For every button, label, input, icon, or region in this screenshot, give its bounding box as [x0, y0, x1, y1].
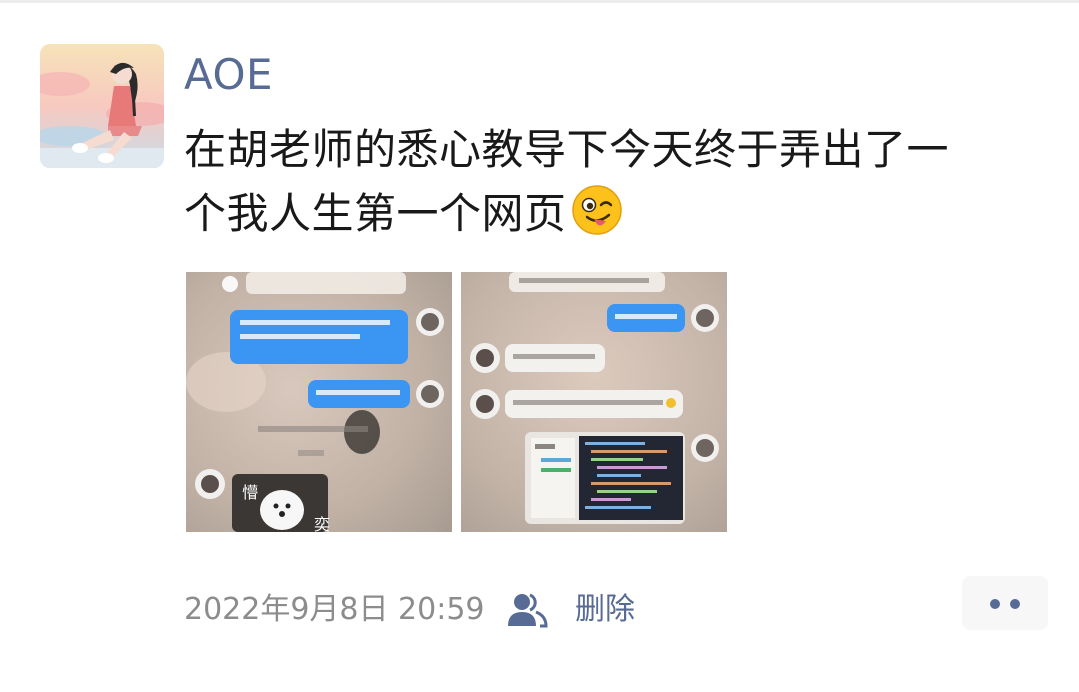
more-dot-icon: [1010, 599, 1020, 609]
visibility-people-icon[interactable]: [506, 592, 548, 628]
winking-face-with-tongue-icon: [571, 185, 622, 235]
sticker-text: 懵: [242, 483, 258, 502]
chat-screenshot-2[interactable]: [461, 272, 727, 532]
chat-screenshot-image: 懵 奕: [186, 272, 452, 532]
top-divider: [0, 0, 1079, 3]
chat-screenshot-1[interactable]: 懵 奕: [186, 272, 452, 532]
post-text-line2: 个我人生第一个网页: [184, 189, 567, 238]
avatar-illustration: [40, 44, 164, 168]
post-text-line1: 在胡老师的悉心教导下今天终于弄出了一: [184, 125, 950, 174]
delete-link[interactable]: 删除: [575, 590, 635, 630]
more-actions-button[interactable]: [962, 576, 1048, 630]
username[interactable]: AOE: [184, 50, 273, 100]
post-timestamp: 2022年9月8日 20:59: [184, 592, 485, 627]
post-text: 在胡老师的悉心教导下今天终于弄出了一 个我人生第一个网页: [184, 118, 1044, 246]
chat-screenshot-image: [461, 272, 727, 532]
avatar[interactable]: [40, 44, 164, 168]
svg-text:奕: 奕: [314, 515, 330, 532]
more-dot-icon: [990, 599, 1000, 609]
